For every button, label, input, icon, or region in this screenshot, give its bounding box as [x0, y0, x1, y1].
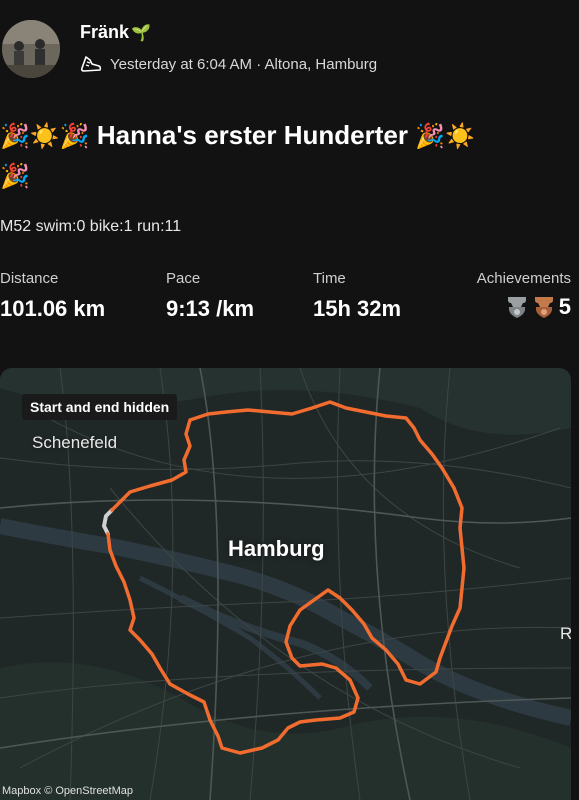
- time-value: 15h 32m: [313, 296, 402, 321]
- place-label-cut: R: [560, 624, 571, 643]
- athlete-name[interactable]: Fränk 🌱: [80, 22, 151, 43]
- avatar-photo: [2, 20, 60, 78]
- activity-title[interactable]: 🎉☀️🎉 Hanna's erster Hunderter 🎉☀️ 🎉: [0, 116, 575, 196]
- title-emoji-wrap: 🎉: [0, 163, 30, 190]
- stat-pace: Pace 9:13 /km: [166, 270, 254, 322]
- title-emoji-suffix: 🎉☀️: [415, 123, 475, 150]
- shoe-icon: [80, 56, 102, 72]
- activity-meta: Yesterday at 6:04 AM · Altona, Hamburg: [80, 54, 377, 74]
- title-text: Hanna's erster Hunderter: [89, 120, 416, 150]
- activity-description: M52 swim:0 bike:1 run:11: [0, 218, 182, 235]
- time-label: Time: [313, 270, 346, 287]
- avatar[interactable]: [2, 20, 60, 78]
- stat-achievements[interactable]: Achievements 5: [463, 270, 571, 320]
- place-label-hamburg: Hamburg: [228, 536, 325, 561]
- bronze-trophy-icon: [534, 297, 553, 318]
- athlete-name-text: Fränk: [80, 22, 130, 42]
- meta-text: Yesterday at 6:04 AM · Altona, Hamburg: [110, 55, 378, 73]
- achievements-label: Achievements: [476, 270, 571, 287]
- start-end-hidden-label: Start and end hidden: [22, 394, 178, 420]
- silver-trophy-icon: [507, 297, 526, 318]
- route-map[interactable]: Start and end hidden Schenefeld Hamburg …: [0, 368, 571, 800]
- achievements-count: 5: [558, 294, 571, 319]
- map-attribution[interactable]: Mapbox © OpenStreetMap: [2, 785, 133, 797]
- distance-value: 101.06 km: [0, 296, 106, 321]
- stat-time: Time 15h 32m: [313, 270, 401, 322]
- title-emoji-prefix: 🎉☀️🎉: [0, 123, 90, 150]
- stat-distance: Distance 101.06 km: [0, 270, 105, 322]
- distance-label: Distance: [0, 270, 59, 287]
- pace-label: Pace: [166, 270, 201, 287]
- sprout-emoji: 🌱: [131, 25, 151, 42]
- pace-value: 9:13 /km: [166, 296, 255, 321]
- place-label-schenefeld: Schenefeld: [32, 433, 118, 452]
